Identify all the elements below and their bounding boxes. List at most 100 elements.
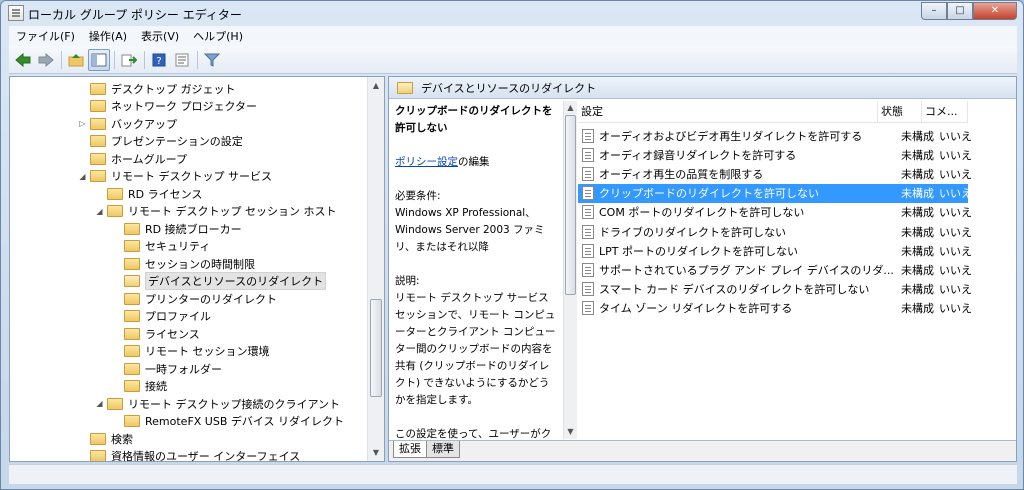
policy-row[interactable]: クリップボードのリダイレクトを許可しない 未構成 いいえ [578, 183, 972, 203]
tree-item[interactable]: ◢ リモート デスクトップ サービス [79, 168, 272, 185]
tree-item-label: リモート デスクトップ セッション ホスト [128, 205, 337, 218]
policy-setting-icon [582, 301, 594, 316]
tree-item-label: ライセンス [145, 327, 200, 341]
setting-title: クリップボードのリダイレクトを許可しない [395, 105, 553, 134]
column-state[interactable]: 状態 [878, 101, 922, 123]
policy-setting-icon [582, 224, 594, 239]
maximize-button[interactable]: □ [947, 2, 973, 20]
policy-state: 未構成 [901, 206, 934, 220]
forward-icon[interactable] [35, 49, 57, 71]
tree-item-label: RemoteFX USB デバイス リダイレクト [145, 415, 345, 428]
scroll-up-icon[interactable]: ▲ [564, 101, 577, 115]
status-bar [9, 464, 1017, 484]
column-comment[interactable]: コメ... [922, 101, 968, 123]
tree-item-label: リモート セッション環境 [145, 345, 270, 358]
title-bar[interactable]: ローカル グループ ポリシー エディター – □ ✕ [1, 1, 1023, 25]
toolbar-divider [61, 50, 62, 69]
policy-row[interactable]: オーディオ再生の品質を制限する 未構成 いいえ [578, 164, 972, 183]
policy-comment: いいえ [939, 148, 972, 162]
policy-row[interactable]: スマート カード デバイスのリダイレクトを許可しない 未構成 いいえ [578, 280, 972, 299]
close-button[interactable]: ✕ [973, 2, 1017, 20]
toolbar-divider [114, 50, 115, 69]
policy-name: タイム ゾーン リダイレクトを許可する [599, 302, 793, 316]
folder-icon [90, 170, 106, 182]
tree-item[interactable]: 検索 [90, 430, 133, 447]
menu-view[interactable]: 表示(V) [134, 28, 186, 44]
scroll-down-icon[interactable]: ▼ [564, 425, 577, 439]
policy-comment: いいえ [939, 167, 972, 181]
export-icon[interactable] [118, 49, 140, 71]
tree-item[interactable]: RemoteFX USB デバイス リダイレクト [124, 413, 344, 430]
tree-item[interactable]: RD ライセンス [107, 185, 202, 202]
tree-item[interactable]: プリンターのリダイレクト [124, 290, 277, 307]
up-folder-icon[interactable] [65, 49, 87, 71]
expand-arrow-icon[interactable]: ▷ [78, 119, 87, 128]
folder-icon [124, 362, 140, 375]
tree-item[interactable]: デバイスとリソースのリダイレクト [124, 272, 327, 290]
collapse-arrow-icon[interactable]: ◢ [95, 399, 104, 408]
filter-icon[interactable] [201, 49, 223, 71]
policy-state: 未構成 [901, 263, 934, 277]
tree-scrollbar[interactable]: ▲ ▼ [367, 77, 384, 461]
tree-item[interactable]: リモート セッション環境 [124, 343, 270, 360]
tree-item[interactable]: ▷ バックアップ [79, 115, 177, 132]
column-setting[interactable]: 設定 [578, 101, 878, 123]
tree-item[interactable]: ホームグループ [90, 150, 187, 167]
tab-extended[interactable]: 拡張 [393, 441, 427, 458]
description-scroll-thumb[interactable] [565, 115, 576, 295]
tree-item[interactable]: デスクトップ ガジェット [90, 80, 236, 97]
tree-item[interactable]: 資格情報のユーザー インターフェイス [90, 448, 300, 461]
tree-item-label: セッションの時間制限 [145, 257, 255, 271]
folder-icon [124, 292, 140, 305]
tree-item[interactable]: プレゼンテーションの設定 [90, 133, 243, 150]
policy-row[interactable]: サポートされているプラグ アンド プレイ デバイスのリダ... 未構成 いいえ [578, 260, 972, 279]
policy-name: スマート カード デバイスのリダイレクトを許可しない [599, 283, 870, 297]
policy-setting-icon [582, 147, 594, 162]
tree-item[interactable]: ネットワーク プロジェクター [90, 98, 257, 115]
folder-icon [124, 380, 140, 392]
policy-row[interactable]: オーディオおよびビデオ再生リダイレクトを許可する 未構成 いいえ [578, 126, 972, 145]
requirements-label: 必要条件: [395, 190, 441, 202]
menu-action[interactable]: 操作(A) [82, 28, 134, 44]
tree-pane[interactable]: デスクトップ ガジェット ネットワーク プロジェクター ▷ バックアップ プレゼンテーシ… [9, 76, 385, 462]
policy-setting-icon [582, 166, 594, 181]
tree-item[interactable]: セッションの時間制限 [124, 255, 255, 272]
minimize-button[interactable]: – [921, 2, 947, 20]
details-header: デバイスとリソースのリダイレクト [389, 77, 1016, 99]
tree-item-label: RD 接続ブローカー [145, 222, 242, 236]
help-icon[interactable]: ? [148, 49, 170, 71]
policy-row[interactable]: ドライブのリダイレクトを許可しない 未構成 いいえ [578, 222, 972, 241]
show-tree-icon[interactable] [88, 48, 110, 71]
scroll-down-icon[interactable]: ▼ [368, 444, 384, 461]
tree-scroll-thumb[interactable] [370, 299, 382, 397]
tree-item[interactable]: ◢ リモート デスクトップ接続のクライアント [96, 395, 340, 412]
properties-icon[interactable] [171, 49, 193, 71]
tree-item[interactable]: RD 接続ブローカー [124, 220, 242, 237]
policy-row[interactable]: COM ポートのリダイレクトを許可しない 未構成 いいえ [578, 203, 972, 222]
tree-item[interactable]: セキュリティ [124, 238, 210, 255]
tree-item[interactable]: 一時フォルダー [124, 360, 222, 377]
tab-standard[interactable]: 標準 [426, 441, 460, 458]
policy-row[interactable]: タイム ゾーン リダイレクトを許可する 未構成 いいえ [578, 299, 972, 318]
tree-item-label: ホームグループ [111, 152, 188, 166]
policy-row[interactable]: オーディオ録音リダイレクトを許可する 未構成 いいえ [578, 145, 972, 164]
tree-item[interactable]: ライセンス [124, 325, 200, 342]
folder-icon [124, 257, 140, 270]
edit-policy-link[interactable]: ポリシー設定 [395, 156, 458, 168]
collapse-arrow-icon[interactable]: ◢ [95, 207, 104, 216]
tree-item-label: プロファイル [145, 310, 211, 323]
requirements-text: Windows XP Professional、Windows Server 2… [395, 207, 545, 253]
menu-file[interactable]: ファイル(F) [9, 28, 82, 44]
collapse-arrow-icon[interactable]: ◢ [78, 172, 87, 181]
tree-item[interactable]: プロファイル [124, 308, 211, 325]
scroll-up-icon[interactable]: ▲ [368, 77, 384, 94]
menu-help[interactable]: ヘルプ(H) [186, 28, 250, 44]
folder-icon [90, 450, 106, 461]
tree-item[interactable]: 接続 [124, 378, 167, 395]
policy-row[interactable]: LPT ポートのリダイレクトを許可しない 未構成 いいえ [578, 241, 972, 260]
back-icon[interactable] [12, 49, 34, 71]
policy-setting-icon [582, 205, 594, 220]
policy-comment: いいえ [939, 129, 972, 143]
tree-item[interactable]: ◢ リモート デスクトップ セッション ホスト [96, 203, 337, 220]
description-scrollbar[interactable]: ▲ ▼ [563, 101, 577, 439]
